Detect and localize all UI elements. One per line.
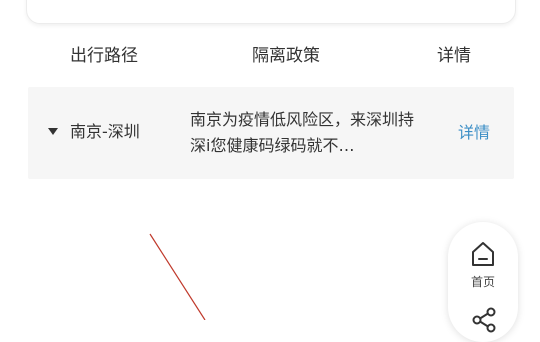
home-label: 首页: [470, 275, 495, 289]
home-button[interactable]: 首页: [448, 236, 518, 296]
share-button[interactable]: [470, 306, 498, 334]
share-icon: [472, 307, 496, 333]
floating-nav: 首页: [448, 222, 518, 342]
home-icon: [472, 242, 494, 266]
